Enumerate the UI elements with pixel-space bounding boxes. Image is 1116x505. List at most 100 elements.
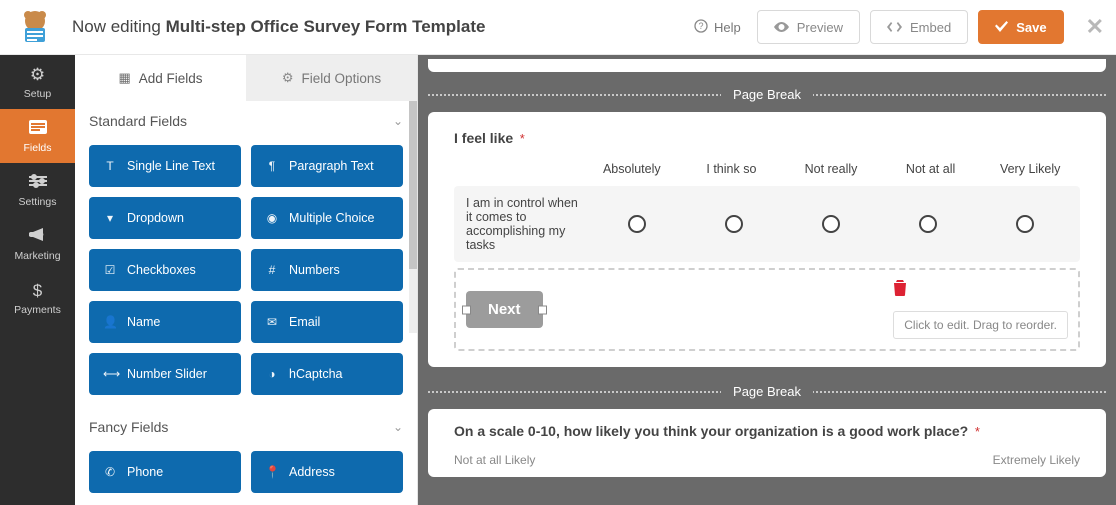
checkbox-icon: ☑ <box>103 263 117 277</box>
nav-marketing[interactable]: Marketing <box>0 217 75 271</box>
page-break-label: Page Break <box>721 384 813 399</box>
panel-scrollbar[interactable] <box>409 101 417 333</box>
chevron-down-icon: ⌄ <box>393 420 403 434</box>
field-address[interactable]: 📍Address <box>251 451 403 493</box>
field-paragraph-text[interactable]: ¶Paragraph Text <box>251 145 403 187</box>
help-icon: ? <box>694 19 708 36</box>
dropdown-icon: ▾ <box>103 211 117 225</box>
group-standard-fields[interactable]: Standard Fields ⌄ <box>75 101 417 139</box>
nav-fields-label: Fields <box>23 142 51 154</box>
required-indicator: * <box>520 131 525 146</box>
chevron-down-icon: ⌄ <box>393 114 403 128</box>
paragraph-icon: ¶ <box>265 159 279 173</box>
slider-icon: ⟷ <box>103 367 117 381</box>
col-i-think-so: I think so <box>682 162 782 176</box>
panel-scroll[interactable]: Standard Fields ⌄ TSingle Line Text ¶Par… <box>75 101 417 505</box>
group-fancy-label: Fancy Fields <box>89 419 168 435</box>
tab-add-fields[interactable]: ▦ Add Fields <box>75 55 246 101</box>
nav-setup[interactable]: ⚙ Setup <box>0 55 75 109</box>
text-icon: T <box>103 159 117 173</box>
help-link[interactable]: ? Help <box>694 19 741 36</box>
gear-icon: ⚙ <box>30 65 45 85</box>
check-icon <box>995 20 1008 35</box>
close-icon[interactable]: ✕ <box>1086 14 1104 40</box>
help-label: Help <box>714 20 741 35</box>
form-icon <box>29 119 47 139</box>
field-multiple-choice[interactable]: ◉Multiple Choice <box>251 197 403 239</box>
question-card-feel-like[interactable]: I feel like * Absolutely I think so Not … <box>428 112 1106 367</box>
shield-icon: ◑ <box>265 367 279 381</box>
group-fancy-fields[interactable]: Fancy Fields ⌄ <box>75 407 417 445</box>
app-logo <box>16 8 54 46</box>
page-title: Now editing Multi-step Office Survey For… <box>72 17 485 37</box>
field-numbers[interactable]: #Numbers <box>251 249 403 291</box>
tab-add-fields-label: Add Fields <box>139 71 203 86</box>
sliders-icon <box>29 173 47 193</box>
form-canvas[interactable]: Page Break I feel like * Absolutely I th… <box>418 55 1116 505</box>
nav-marketing-label: Marketing <box>14 250 60 262</box>
field-name[interactable]: 👤Name <box>89 301 241 343</box>
page-break-1[interactable]: Page Break <box>428 76 1106 112</box>
field-single-line-text[interactable]: TSingle Line Text <box>89 145 241 187</box>
nav-setup-label: Setup <box>24 88 51 100</box>
eye-icon <box>774 20 789 35</box>
likert-row-1: I am in control when it comes to accompl… <box>454 186 1080 262</box>
svg-text:?: ? <box>698 21 703 31</box>
col-not-really: Not really <box>781 162 881 176</box>
envelope-icon: ✉ <box>265 315 279 329</box>
edit-hint: Click to edit. Drag to reorder. <box>893 311 1068 339</box>
preview-button[interactable]: Preview <box>757 10 860 44</box>
field-phone[interactable]: ✆Phone <box>89 451 241 493</box>
q2-label: On a scale 0-10, how likely you think yo… <box>454 423 968 439</box>
next-button-block[interactable]: Next Click to edit. Drag to reorder. <box>454 268 1080 351</box>
page-break-2[interactable]: Page Break <box>428 373 1106 409</box>
trash-icon[interactable] <box>893 280 907 301</box>
field-email[interactable]: ✉Email <box>251 301 403 343</box>
radio-option[interactable] <box>1016 215 1034 233</box>
embed-button[interactable]: Embed <box>870 10 968 44</box>
nav-settings-label: Settings <box>19 196 57 208</box>
next-button[interactable]: Next <box>466 291 543 328</box>
phone-icon: ✆ <box>103 465 117 479</box>
q1-label: I feel like <box>454 130 513 146</box>
nav-fields[interactable]: Fields <box>0 109 75 163</box>
user-icon: 👤 <box>103 315 117 329</box>
scale-high-label: Extremely Likely <box>993 453 1080 467</box>
save-button[interactable]: Save <box>978 10 1063 44</box>
fancy-fields-grid: ✆Phone 📍Address <box>75 445 417 505</box>
field-hcaptcha[interactable]: ◑hCaptcha <box>251 353 403 395</box>
radio-icon: ◉ <box>265 211 279 225</box>
col-very-likely: Very Likely <box>980 162 1080 176</box>
likert-scale: Absolutely I think so Not really Not at … <box>454 162 1080 262</box>
top-actions: ? Help Preview Embed Save ✕ <box>694 10 1104 44</box>
left-panel: ▦ Add Fields ⚙ Field Options Standard Fi… <box>75 55 418 505</box>
sliders-icon: ⚙ <box>282 70 294 86</box>
likert-header: Absolutely I think so Not really Not at … <box>454 162 1080 186</box>
col-not-at-all: Not at all <box>881 162 981 176</box>
vertical-nav: ⚙ Setup Fields Settings Marketing $ Paym… <box>0 55 75 505</box>
field-dropdown[interactable]: ▾Dropdown <box>89 197 241 239</box>
nav-settings[interactable]: Settings <box>0 163 75 217</box>
radio-option[interactable] <box>628 215 646 233</box>
top-bar: Now editing Multi-step Office Survey For… <box>0 0 1116 55</box>
code-icon <box>887 20 902 35</box>
prev-card-edge <box>428 59 1106 72</box>
embed-label: Embed <box>910 20 951 35</box>
group-standard-label: Standard Fields <box>89 113 187 129</box>
radio-option[interactable] <box>822 215 840 233</box>
field-checkboxes[interactable]: ☑Checkboxes <box>89 249 241 291</box>
radio-option[interactable] <box>919 215 937 233</box>
nav-payments[interactable]: $ Payments <box>0 271 75 325</box>
pin-icon: 📍 <box>265 465 279 479</box>
field-number-slider[interactable]: ⟷Number Slider <box>89 353 241 395</box>
panel-scrollbar-thumb[interactable] <box>409 101 417 269</box>
bullhorn-icon <box>29 227 47 247</box>
scale-endpoints: Not at all Likely Extremely Likely <box>454 453 1080 467</box>
question-card-scale[interactable]: On a scale 0-10, how likely you think yo… <box>428 409 1106 477</box>
title-prefix: Now editing <box>72 17 161 36</box>
scale-low-label: Not at all Likely <box>454 453 535 467</box>
col-absolutely: Absolutely <box>582 162 682 176</box>
radio-option[interactable] <box>725 215 743 233</box>
tab-field-options[interactable]: ⚙ Field Options <box>246 55 417 101</box>
save-label: Save <box>1016 20 1046 35</box>
